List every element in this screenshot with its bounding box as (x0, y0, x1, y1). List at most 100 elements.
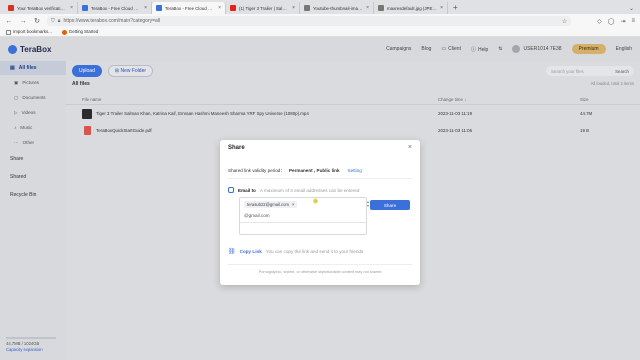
transfer-icon[interactable]: ⇅ (498, 46, 502, 52)
bookmark-import[interactable]: Import bookmarks... (6, 29, 52, 35)
mouse-cursor-highlight (313, 198, 318, 204)
avatar (512, 45, 521, 53)
copy-link-row: ⛓ Copy Link You can copy the link and se… (228, 248, 363, 255)
share-button[interactable]: Share (370, 200, 410, 210)
sidebar-item-documents[interactable]: ▢ Documents (0, 90, 66, 105)
file-time: 2023-11-03 11:05 (438, 128, 473, 133)
firefox-icon (61, 29, 67, 35)
gmail-icon (8, 5, 14, 11)
help-link[interactable]: ⓘ Help (471, 46, 488, 53)
email-share-icon (228, 187, 234, 193)
bookmark-getting-started[interactable]: Getting Started (61, 29, 98, 35)
browser-tab[interactable]: maxresdefault.jpg (JPEG Image, 12...× (374, 2, 448, 14)
campaigns-link[interactable]: Campaigns (386, 46, 411, 52)
link-icon: ⛓ (228, 249, 236, 255)
browser-tab-active[interactable]: TeraBox - Free Cloud Storage Up...× (152, 2, 226, 14)
column-change-time[interactable]: Change time ↓ (438, 97, 580, 102)
file-name[interactable]: Tiger 3 Trailer Salman Khan, Katrina Kai… (96, 111, 309, 116)
extensions-icon[interactable]: ⇥ (620, 18, 625, 25)
search-input[interactable]: Search your files Search (546, 66, 634, 76)
dialog-title: Share (228, 145, 245, 151)
column-size[interactable]: Size (580, 97, 624, 102)
sidebar-item-music[interactable]: ♪ Music (0, 120, 66, 135)
sidebar-item-videos[interactable]: ▷ Videos (0, 105, 66, 120)
browser-tab[interactable]: (1) Tiger 3 Trailer | Salman Khan...× (226, 2, 300, 14)
language-select[interactable]: English (616, 46, 632, 52)
file-name[interactable]: TeraBoxQuickStartGuide.pdf (96, 128, 152, 133)
new-tab-button[interactable]: + (453, 3, 458, 12)
help-icon: ⓘ (470, 46, 476, 53)
browser-tab[interactable]: Your TeraBox verification code× (4, 2, 78, 14)
lock-icon[interactable]: 🔒︎ (58, 18, 61, 24)
list-tabs-icon[interactable]: ⌄ (629, 5, 634, 12)
sidebar-item-pictures[interactable]: ▣ Pictures (0, 75, 66, 90)
bookmark-star-icon[interactable]: ☆ (562, 18, 567, 25)
address-bar[interactable]: ⛉ 🔒︎ https://www.terabox.com/main?catego… (47, 16, 572, 26)
close-tab-icon[interactable]: × (366, 5, 369, 11)
pdf-icon (83, 126, 91, 135)
search-button[interactable]: Search (615, 69, 629, 74)
close-tab-icon[interactable]: × (292, 5, 295, 11)
close-tab-icon[interactable]: × (440, 5, 443, 11)
divider (240, 222, 366, 223)
upload-button[interactable]: Upload (72, 65, 102, 77)
sidebar-item-recycle-bin[interactable]: Recycle Bin (0, 186, 66, 204)
video-icon: ▷ (14, 109, 18, 115)
sidebar-item-shared[interactable]: Shared (0, 168, 66, 186)
url-text[interactable]: https://www.terabox.com/main?category=al… (63, 18, 160, 24)
column-file-name[interactable]: File name (82, 97, 438, 102)
file-size: 19 B (580, 128, 590, 133)
sidebar-item-share[interactable]: Share (0, 150, 66, 168)
table-row[interactable]: TeraBoxQuickStartGuide.pdf 2023-11-03 11… (66, 122, 640, 139)
client-link[interactable]: ▭ Client (441, 46, 461, 52)
copy-link-button[interactable]: Copy Link (240, 249, 262, 254)
file-time: 2023-11-03 11:19 (438, 111, 473, 116)
divider (228, 264, 412, 265)
close-tab-icon[interactable]: × (144, 5, 147, 11)
image-icon (304, 5, 310, 11)
browser-tab[interactable]: TeraBox - Free Cloud Storage Up...× (78, 2, 152, 14)
capacity-expansion-link[interactable]: Capacity expansion (6, 347, 56, 352)
table-header: File name Change time ↓ Size (66, 95, 640, 105)
premium-button[interactable]: Premium (571, 44, 606, 54)
validity-value: Permanent , Public link (288, 168, 340, 173)
link-validity: Shared link validity period： Permanent ,… (228, 168, 362, 174)
youtube-icon (230, 5, 236, 11)
email-input[interactable]: @gmail.com (244, 213, 270, 218)
email-field[interactable]: terasub22@gmail.com × @gmail.com ▴ ▾ (239, 197, 369, 235)
email-chip: terasub22@gmail.com × (244, 201, 298, 208)
bookmarks-bar: Import bookmarks... Getting Started (0, 28, 640, 37)
terabox-logo[interactable]: TeraBox (8, 44, 68, 54)
shield-icon[interactable]: ⛉ (51, 18, 55, 24)
email-hint: A maximum of 3 email addresses can be en… (259, 187, 360, 193)
browser-tab-bar: Your TeraBox verification code× TeraBox … (0, 0, 640, 14)
close-icon[interactable]: × (408, 144, 412, 151)
close-tab-icon[interactable]: × (218, 5, 221, 11)
blog-link[interactable]: Blog (421, 46, 431, 52)
copy-hint: You can copy the link and send it to you… (265, 249, 364, 254)
forward-icon[interactable]: → (19, 18, 27, 25)
sidebar-item-all-files[interactable]: ▤ All files (0, 61, 66, 75)
account-icon[interactable]: ◯ (608, 18, 615, 25)
picture-icon: ▣ (14, 79, 19, 85)
document-icon: ▢ (14, 94, 19, 100)
new-folder-button[interactable]: ⊞ New Folder (107, 65, 154, 77)
user-menu[interactable]: USER1014 7E38 (512, 45, 562, 53)
remove-chip-icon[interactable]: × (292, 202, 294, 207)
table-row[interactable]: Tiger 3 Trailer Salman Khan, Katrina Kai… (66, 105, 640, 122)
app-header: TeraBox Campaigns Blog ▭ Client ⓘ Help ⇅ U… (0, 37, 640, 61)
items-count: All loaded, total 2 items (590, 81, 634, 86)
back-icon[interactable]: ← (5, 18, 13, 25)
file-size: 44.7M (580, 111, 593, 116)
terabox-logo-icon (8, 44, 17, 54)
email-to-label: Email to A maximum of 3 email addresses … (228, 187, 359, 193)
close-tab-icon[interactable]: × (70, 5, 73, 11)
section-header: All files All loaded, total 2 items (66, 81, 640, 87)
menu-icon[interactable]: ≡ (631, 18, 635, 25)
sidebar-item-other[interactable]: ⋯ Other (0, 135, 66, 150)
reload-icon[interactable]: ↻ (33, 17, 41, 25)
browser-tab[interactable]: Youtube-thumbnail-image-Vie...× (300, 2, 374, 14)
pocket-icon[interactable]: ◇ (597, 18, 602, 25)
setting-link[interactable]: Setting (348, 168, 362, 174)
scroll-stepper[interactable]: ▴ ▾ (367, 200, 369, 208)
